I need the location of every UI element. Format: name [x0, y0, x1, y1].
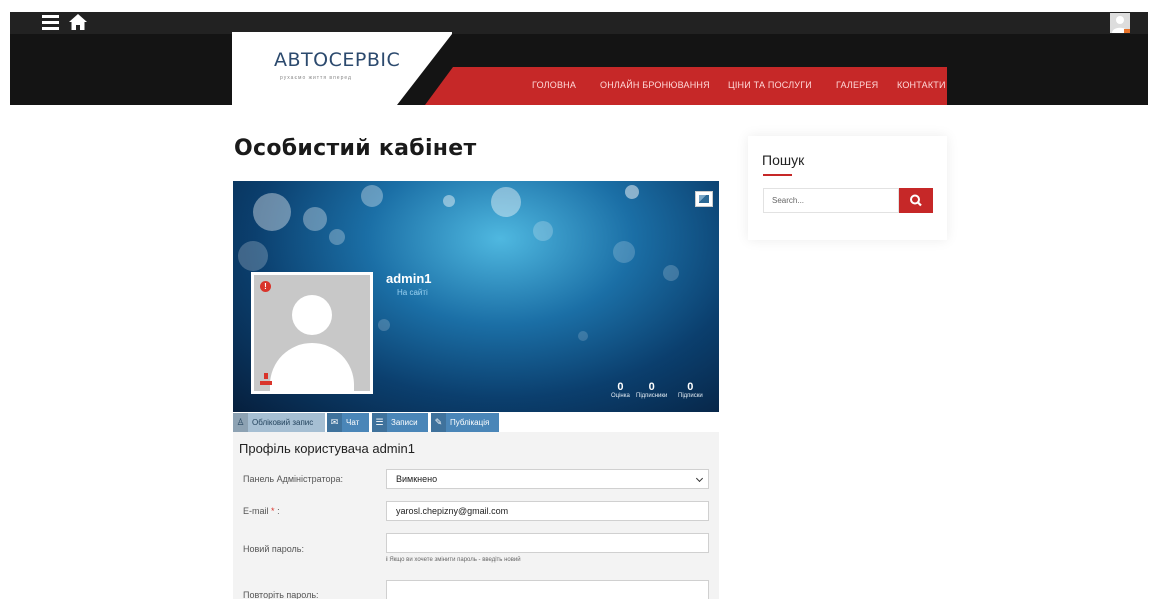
- nav-item-contacts[interactable]: КОНТАКТИ: [897, 80, 946, 90]
- upload-avatar-icon[interactable]: [260, 373, 272, 385]
- stat-following: 0 Підписки: [678, 381, 703, 399]
- profile-form-title: Профіль користувача admin1: [239, 441, 415, 456]
- logo[interactable]: АВТОСЕРВІС рухаємо життя вперед: [232, 32, 452, 105]
- online-status: На сайті: [397, 288, 428, 297]
- admin-panel-label: Панель Адміністратора:: [243, 474, 343, 484]
- avatar: !: [251, 272, 373, 394]
- home-icon[interactable]: [68, 13, 88, 31]
- change-cover-image-icon[interactable]: [695, 191, 713, 207]
- tab-chat[interactable]: ✉ Чат: [327, 413, 369, 432]
- profile-form: Профіль користувача admin1 Панель Адміні…: [233, 432, 719, 599]
- logo-title: АВТОСЕРВІС: [274, 49, 401, 71]
- title-underline: [763, 174, 792, 176]
- stat-rating: 0 Оцінка: [611, 381, 630, 399]
- tab-publication[interactable]: ✎ Публікація: [431, 413, 499, 432]
- page-title: Особистий кабінет: [234, 136, 477, 161]
- user-icon: ♙: [233, 413, 248, 432]
- logo-tagline: рухаємо життя вперед: [280, 75, 352, 81]
- hamburger-menu-icon[interactable]: [42, 14, 59, 31]
- info-icon[interactable]: !: [260, 281, 271, 292]
- profile-username[interactable]: admin1: [386, 271, 432, 286]
- password-hint: i Якщо ви хочете змінити пароль - введіт…: [386, 557, 521, 563]
- new-password-label: Новий пароль:: [243, 544, 304, 554]
- list-icon: ☰: [372, 413, 387, 432]
- search-widget-title: Пошук: [762, 152, 805, 168]
- site-header: АВТОСЕРВІС рухаємо життя вперед ГОЛОВНА …: [10, 32, 1148, 105]
- pencil-icon: ✎: [431, 413, 446, 432]
- nav-item-gallery[interactable]: ГАЛЕРЕЯ: [836, 80, 878, 90]
- tab-records[interactable]: ☰ Записи: [372, 413, 428, 432]
- nav-item-prices[interactable]: ЦІНИ ТА ПОСЛУГИ: [728, 80, 812, 90]
- chat-icon: ✉: [327, 413, 342, 432]
- user-avatar-icon[interactable]: [1110, 13, 1130, 33]
- search-widget: Пошук Search...: [748, 136, 947, 240]
- stat-followers: 0 Підписники: [636, 381, 668, 399]
- nav-item-booking[interactable]: ОНЛАЙН БРОНЮВАННЯ: [600, 80, 710, 90]
- search-icon: [910, 194, 922, 207]
- repeat-password-label: Повторіть пароль:: [243, 590, 319, 599]
- nav-item-home[interactable]: ГОЛОВНА: [532, 80, 576, 90]
- repeat-password-field[interactable]: [386, 580, 709, 599]
- admin-panel-select[interactable]: Вимкнено: [386, 469, 709, 489]
- email-field[interactable]: yarosl.chepizny@gmail.com: [386, 501, 709, 521]
- admin-bar: [10, 12, 1148, 34]
- email-label: E-mail * :: [243, 506, 280, 516]
- search-button[interactable]: [899, 188, 933, 213]
- main-nav: ГОЛОВНА ОНЛАЙН БРОНЮВАННЯ ЦІНИ ТА ПОСЛУГ…: [425, 67, 947, 105]
- search-input[interactable]: Search...: [763, 188, 899, 213]
- new-password-field[interactable]: [386, 533, 709, 553]
- profile-cover: ! admin1 На сайті 0 Оцінка 0 Підписники …: [233, 181, 719, 412]
- tab-account[interactable]: ♙ Обліковий запис: [233, 413, 325, 432]
